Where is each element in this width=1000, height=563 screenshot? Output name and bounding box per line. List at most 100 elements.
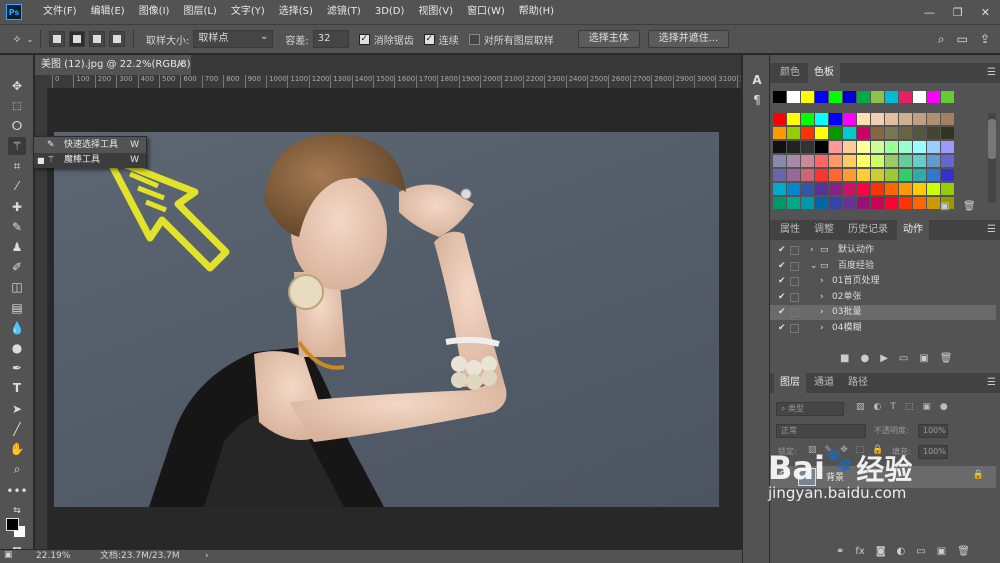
stop-icon[interactable]: ■	[840, 353, 849, 367]
antialias-checkbox[interactable]: ✓	[358, 33, 370, 45]
color-swatch[interactable]	[787, 155, 800, 167]
panel-menu-icon[interactable]: ☰	[987, 67, 996, 78]
history-brush-tool-icon[interactable]: ✐	[8, 258, 26, 276]
tab-properties[interactable]: 属性	[774, 220, 806, 240]
dialog-toggle-box[interactable]	[790, 277, 799, 286]
menu-image[interactable]: 图像(I)	[132, 0, 177, 24]
color-swatch[interactable]	[885, 141, 898, 153]
intersect-selection-button[interactable]	[109, 31, 125, 47]
color-swatch[interactable]	[927, 141, 940, 153]
action-row[interactable]: ✔ › 02单张	[770, 290, 996, 305]
blur-tool-icon[interactable]: 💧	[8, 319, 26, 337]
subtract-from-selection-button[interactable]	[89, 31, 105, 47]
color-swatch[interactable]	[843, 91, 856, 103]
color-swatch[interactable]	[829, 127, 842, 139]
new-fill-layer-icon[interactable]: ◐	[897, 546, 906, 557]
color-swatch[interactable]	[829, 155, 842, 167]
color-swatch[interactable]	[913, 113, 926, 125]
document-tab[interactable]: 美图 (12).jpg @ 22.2%(RGB/8) ×	[35, 55, 191, 75]
tab-swatches[interactable]: 色板	[808, 63, 840, 83]
layer-filter-select[interactable]: ⌕ 类型	[776, 402, 844, 416]
gradient-tool-icon[interactable]: ▤	[8, 299, 26, 317]
color-swatch[interactable]	[815, 169, 828, 181]
restore-icon[interactable]: ❐	[953, 6, 963, 19]
flyout-item-magic-wand[interactable]: ■ ⚚ 魔棒工具 W	[34, 153, 146, 168]
clone-stamp-tool-icon[interactable]: ♟	[8, 238, 26, 256]
zoom-level[interactable]: 22.19%	[36, 550, 70, 563]
delete-layer-icon[interactable]: 🗑	[957, 546, 970, 557]
type-filter-icon[interactable]: T	[890, 402, 896, 412]
scroll-thumb[interactable]	[988, 119, 996, 159]
color-swatch[interactable]	[815, 183, 828, 195]
sample-all-layers-checkbox[interactable]	[468, 33, 480, 45]
tab-color[interactable]: 颜色	[774, 63, 806, 83]
tab-layers[interactable]: 图层	[774, 373, 806, 393]
action-row[interactable]: ✔ ⌄ ▭ 百度经验	[770, 259, 996, 274]
color-swatch[interactable]	[871, 91, 884, 103]
delete-action-icon[interactable]: 🗑	[940, 353, 953, 367]
menu-help[interactable]: 帮助(H)	[512, 0, 561, 24]
link-layers-icon[interactable]: ⚭	[836, 546, 844, 557]
contiguous-checkbox[interactable]: ✓	[423, 33, 435, 45]
color-swatch[interactable]	[773, 183, 786, 195]
color-swatch[interactable]	[927, 183, 940, 195]
color-swatch[interactable]	[941, 169, 954, 181]
color-swatch[interactable]	[843, 155, 856, 167]
magic-wand-tool-icon[interactable]: ⚚	[8, 137, 26, 155]
status-menu-arrow-icon[interactable]: ›	[205, 550, 209, 563]
pixel-filter-icon[interactable]: ▨	[856, 402, 865, 412]
dialog-toggle-box[interactable]	[790, 308, 799, 317]
color-swatch[interactable]	[829, 141, 842, 153]
color-swatch[interactable]	[773, 113, 786, 125]
color-swatch[interactable]	[787, 169, 800, 181]
new-action-icon[interactable]: ▣	[919, 353, 928, 367]
lasso-tool-icon[interactable]: ⵔ	[8, 117, 26, 135]
horizontal-ruler[interactable]: 0 100 200 300 400 500 600 700 800 900 1000 1100 1200…	[48, 75, 741, 89]
color-swatch[interactable]	[787, 91, 800, 103]
brush-tool-icon[interactable]: ✎	[8, 218, 26, 236]
character-panel-icon[interactable]: A	[750, 73, 764, 87]
color-swatch[interactable]	[927, 127, 940, 139]
color-swatch[interactable]	[913, 169, 926, 181]
smart-object-filter-icon[interactable]: ▣	[922, 402, 931, 412]
menu-view[interactable]: 视图(V)	[411, 0, 460, 24]
swatches-scrollbar[interactable]	[988, 113, 996, 203]
color-swatch[interactable]	[773, 197, 786, 209]
menu-edit[interactable]: 编辑(E)	[84, 0, 132, 24]
color-swatch[interactable]	[871, 169, 884, 181]
color-swatch[interactable]	[773, 155, 786, 167]
tab-channels[interactable]: 通道	[808, 373, 840, 393]
color-swatch[interactable]	[773, 169, 786, 181]
dialog-toggle-box[interactable]	[790, 323, 799, 333]
new-swatch-icon[interactable]: ▣	[940, 201, 949, 212]
zoom-tool-icon[interactable]: ⌕	[8, 460, 26, 478]
color-swatch[interactable]	[843, 183, 856, 195]
color-swatch[interactable]	[871, 183, 884, 195]
foreground-color-swatch[interactable]	[6, 518, 19, 531]
color-swatch[interactable]	[843, 197, 856, 209]
color-swatch[interactable]	[885, 113, 898, 125]
expand-chevron-icon[interactable]: ›	[820, 321, 824, 336]
panel-menu-icon[interactable]: ☰	[987, 224, 996, 235]
select-subject-button[interactable]: 选择主体	[577, 30, 640, 48]
expand-chevron-icon[interactable]: ›	[820, 274, 824, 289]
color-swatch[interactable]	[857, 169, 870, 181]
color-swatch[interactable]	[801, 183, 814, 195]
color-swatch[interactable]	[815, 91, 828, 103]
color-swatch[interactable]	[871, 197, 884, 209]
color-swatch[interactable]	[941, 183, 954, 195]
delete-swatch-icon[interactable]: 🗑	[963, 201, 976, 212]
color-swatch[interactable]	[927, 169, 940, 181]
move-tool-icon[interactable]: ✥	[8, 77, 26, 95]
color-swatch[interactable]	[885, 155, 898, 167]
menu-file[interactable]: 文件(F)	[36, 0, 84, 24]
tool-preset-chevron-icon[interactable]: ⌄	[26, 30, 34, 48]
action-enabled-check-icon[interactable]: ✔	[778, 290, 786, 305]
color-swatch[interactable]	[885, 91, 898, 103]
minimize-icon[interactable]: —	[924, 6, 935, 19]
action-enabled-check-icon[interactable]: ✔	[778, 274, 786, 289]
search-icon[interactable]: ⌕	[938, 32, 945, 47]
color-swatch[interactable]	[899, 183, 912, 195]
dialog-toggle-box[interactable]	[790, 292, 799, 302]
color-swatch[interactable]	[843, 141, 856, 153]
